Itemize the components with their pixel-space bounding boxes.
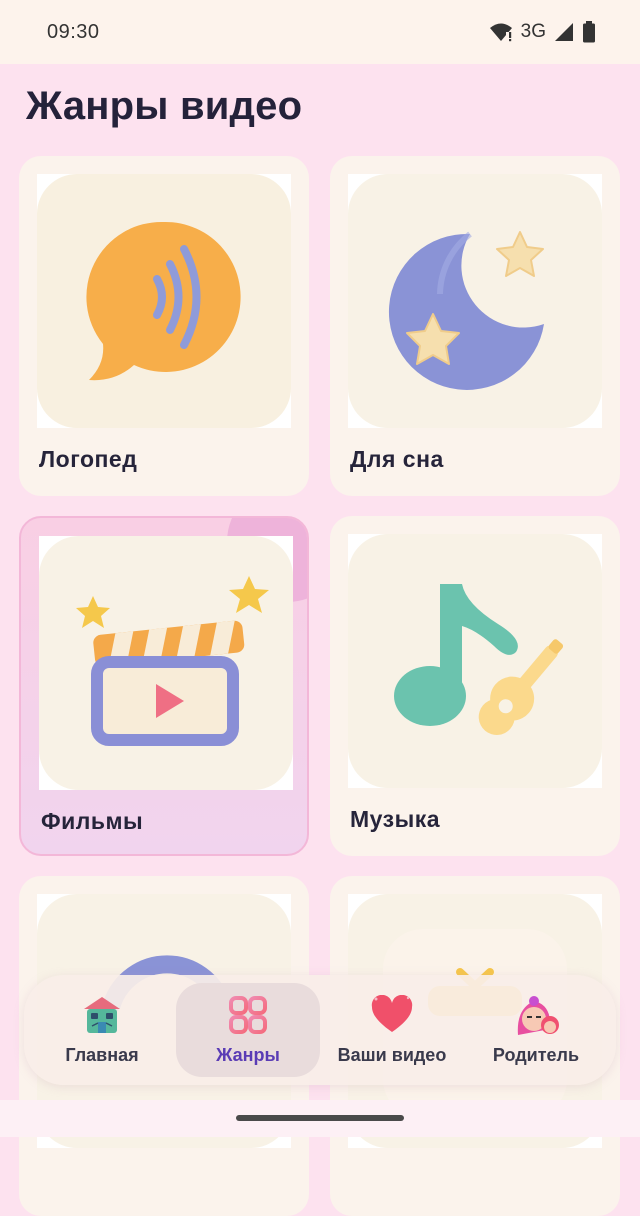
genre-label: Логопед [39, 446, 138, 472]
nav-parent[interactable]: Родитель [464, 983, 608, 1077]
wifi-icon [489, 23, 512, 42]
network-type: 3G [520, 21, 546, 42]
nav-label: Главная [65, 1045, 139, 1065]
genre-thumbnail [348, 534, 602, 788]
nav-genres[interactable]: Жанры [176, 983, 320, 1077]
moon-stars-icon [388, 231, 544, 390]
genre-label: Для сна [350, 446, 444, 472]
genre-label: Музыка [350, 806, 441, 832]
music-note-guitar-icon [394, 584, 564, 735]
signal-icon [555, 23, 573, 41]
nav-home[interactable]: Главная [30, 983, 174, 1077]
parent-avatar-icon [517, 996, 559, 1035]
genre-card-music[interactable]: Музыка [330, 516, 620, 856]
bottom-navigation: Главная Жанры Ваши видео Родитель [24, 975, 616, 1085]
nav-your-videos[interactable]: Ваши видео [320, 983, 464, 1077]
genre-thumbnail [37, 174, 291, 428]
home-indicator[interactable] [236, 1115, 404, 1121]
genre-label: Фильмы [41, 808, 144, 834]
nav-label: Родитель [492, 1045, 580, 1065]
speech-bubble-icon [86, 221, 241, 381]
clapperboard-icon [76, 576, 269, 746]
battery-icon [583, 21, 595, 43]
page-title: Жанры видео [26, 84, 303, 128]
status-bar: 09:30 3G [0, 0, 640, 64]
genre-card-logoped[interactable]: Логопед [19, 156, 309, 496]
nav-label: Жанры [216, 1045, 280, 1065]
status-icons: 3G [489, 21, 596, 43]
genres-grid-icon [229, 996, 267, 1034]
nav-label: Ваши видео [337, 1045, 447, 1065]
genre-card-sleep[interactable]: Для сна [330, 156, 620, 496]
heart-icon [371, 995, 413, 1032]
genre-thumbnail [348, 174, 602, 428]
status-time: 09:30 [47, 20, 100, 43]
genre-thumbnail [39, 536, 293, 790]
house-icon [84, 997, 120, 1033]
genre-card-films[interactable]: Фильмы [19, 516, 309, 856]
